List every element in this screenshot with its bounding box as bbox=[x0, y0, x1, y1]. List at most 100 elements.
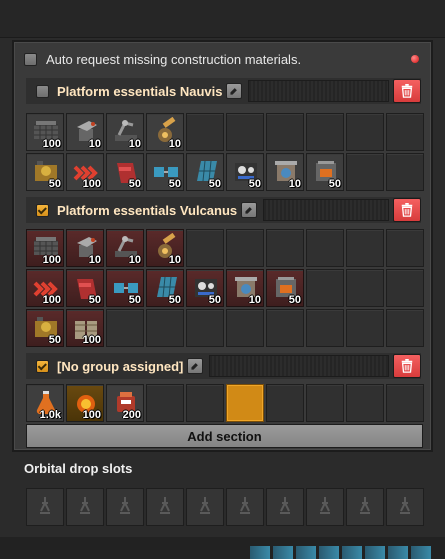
item-slot[interactable]: 50 bbox=[26, 309, 64, 347]
empty-slot[interactable] bbox=[306, 229, 344, 267]
section-enable-checkbox[interactable] bbox=[36, 84, 49, 98]
empty-slot[interactable] bbox=[306, 384, 344, 422]
empty-slot[interactable] bbox=[346, 269, 384, 307]
item-slot[interactable]: 50 bbox=[146, 153, 184, 191]
item-slot[interactable]: 50 bbox=[226, 153, 264, 191]
item-slot[interactable]: 10 bbox=[226, 269, 264, 307]
empty-slot[interactable] bbox=[266, 309, 304, 347]
section-header: Platform essentials Vulcanus bbox=[26, 197, 421, 223]
empty-slot[interactable] bbox=[226, 113, 264, 151]
orbital-drop-slot[interactable] bbox=[26, 488, 64, 526]
cargo-pod-icon bbox=[316, 495, 334, 520]
empty-slot[interactable] bbox=[386, 384, 424, 422]
item-slot[interactable]: 10 bbox=[106, 229, 144, 267]
edit-pencil-icon[interactable] bbox=[226, 83, 243, 99]
orbital-drop-slot[interactable] bbox=[66, 488, 104, 526]
empty-slot[interactable] bbox=[186, 384, 224, 422]
item-slot[interactable]: 50 bbox=[26, 153, 64, 191]
toolbar-slot[interactable] bbox=[342, 546, 362, 559]
empty-slot[interactable] bbox=[386, 269, 424, 307]
add-section-button[interactable]: Add section bbox=[26, 424, 423, 448]
trash-icon[interactable] bbox=[393, 198, 421, 222]
empty-slot[interactable] bbox=[386, 229, 424, 267]
auto-request-row[interactable]: Auto request missing construction materi… bbox=[24, 49, 424, 69]
item-slot[interactable]: 100 bbox=[26, 229, 64, 267]
section-multiplier-bar[interactable] bbox=[263, 199, 389, 221]
empty-slot[interactable] bbox=[106, 309, 144, 347]
toolbar-slot[interactable] bbox=[411, 546, 431, 559]
empty-slot[interactable] bbox=[186, 113, 224, 151]
empty-slot[interactable] bbox=[266, 384, 304, 422]
empty-slot[interactable] bbox=[226, 229, 264, 267]
item-slot[interactable]: 1.0k bbox=[26, 384, 64, 422]
edit-pencil-icon[interactable] bbox=[187, 358, 204, 374]
orbital-drop-slot[interactable] bbox=[346, 488, 384, 526]
empty-slot[interactable] bbox=[346, 309, 384, 347]
empty-slot[interactable] bbox=[346, 113, 384, 151]
item-count: 50 bbox=[328, 178, 341, 190]
selected-empty-slot[interactable] bbox=[226, 384, 264, 422]
empty-slot[interactable] bbox=[306, 269, 344, 307]
item-slot[interactable]: 10 bbox=[66, 229, 104, 267]
item-slot[interactable]: 10 bbox=[146, 113, 184, 151]
item-slot[interactable]: 200 bbox=[106, 384, 144, 422]
empty-slot[interactable] bbox=[186, 309, 224, 347]
toolbar-slot[interactable] bbox=[319, 546, 339, 559]
item-slot[interactable]: 100 bbox=[66, 309, 104, 347]
section-enable-checkbox[interactable] bbox=[36, 359, 49, 373]
empty-slot[interactable] bbox=[146, 384, 184, 422]
item-slot[interactable]: 10 bbox=[66, 113, 104, 151]
orbital-drop-slot[interactable] bbox=[146, 488, 184, 526]
item-slot[interactable]: 100 bbox=[66, 153, 104, 191]
empty-slot[interactable] bbox=[386, 309, 424, 347]
section-enable-checkbox[interactable] bbox=[36, 203, 49, 217]
item-slot[interactable]: 10 bbox=[146, 229, 184, 267]
item-slot[interactable]: 10 bbox=[106, 113, 144, 151]
toolbar-slot[interactable] bbox=[273, 546, 293, 559]
section-multiplier-bar[interactable] bbox=[248, 80, 389, 102]
toolbar-slot[interactable] bbox=[250, 546, 270, 559]
orbital-drop-slot[interactable] bbox=[266, 488, 304, 526]
item-count: 100 bbox=[42, 254, 61, 266]
orbital-drop-slot[interactable] bbox=[106, 488, 144, 526]
trash-icon[interactable] bbox=[393, 354, 421, 378]
empty-slot[interactable] bbox=[346, 153, 384, 191]
item-slot[interactable]: 50 bbox=[106, 269, 144, 307]
item-slot[interactable]: 10 bbox=[266, 153, 304, 191]
cargo-pod-icon bbox=[236, 495, 254, 520]
toolbar-slot[interactable] bbox=[365, 546, 385, 559]
orbital-drop-slot[interactable] bbox=[306, 488, 344, 526]
empty-slot[interactable] bbox=[266, 229, 304, 267]
orbital-drop-slot[interactable] bbox=[226, 488, 264, 526]
toolbar-slot[interactable] bbox=[388, 546, 408, 559]
item-slot[interactable]: 50 bbox=[106, 153, 144, 191]
section-multiplier-bar[interactable] bbox=[209, 355, 389, 377]
item-slot[interactable]: 50 bbox=[146, 269, 184, 307]
auto-request-checkbox[interactable] bbox=[24, 52, 37, 66]
item-count: 50 bbox=[48, 178, 61, 190]
item-slot[interactable]: 50 bbox=[186, 153, 224, 191]
orbital-drop-slot[interactable] bbox=[186, 488, 224, 526]
item-slot[interactable]: 50 bbox=[66, 269, 104, 307]
item-slot[interactable]: 100 bbox=[26, 269, 64, 307]
empty-slot[interactable] bbox=[386, 113, 424, 151]
item-slot[interactable]: 50 bbox=[266, 269, 304, 307]
empty-slot[interactable] bbox=[346, 384, 384, 422]
item-slot[interactable]: 50 bbox=[186, 269, 224, 307]
empty-slot[interactable] bbox=[306, 113, 344, 151]
item-slot[interactable]: 100 bbox=[26, 113, 64, 151]
trash-icon[interactable] bbox=[393, 79, 421, 103]
empty-slot[interactable] bbox=[306, 309, 344, 347]
empty-slot[interactable] bbox=[146, 309, 184, 347]
toolbar-slot[interactable] bbox=[296, 546, 316, 559]
empty-slot[interactable] bbox=[226, 309, 264, 347]
item-slot[interactable]: 50 bbox=[306, 153, 344, 191]
empty-slot[interactable] bbox=[266, 113, 304, 151]
edit-pencil-icon[interactable] bbox=[241, 202, 258, 218]
empty-slot[interactable] bbox=[386, 153, 424, 191]
empty-slot[interactable] bbox=[346, 229, 384, 267]
empty-slot[interactable] bbox=[186, 229, 224, 267]
orbital-drop-slot[interactable] bbox=[386, 488, 424, 526]
top-strip bbox=[0, 0, 445, 38]
item-slot[interactable]: 100 bbox=[66, 384, 104, 422]
